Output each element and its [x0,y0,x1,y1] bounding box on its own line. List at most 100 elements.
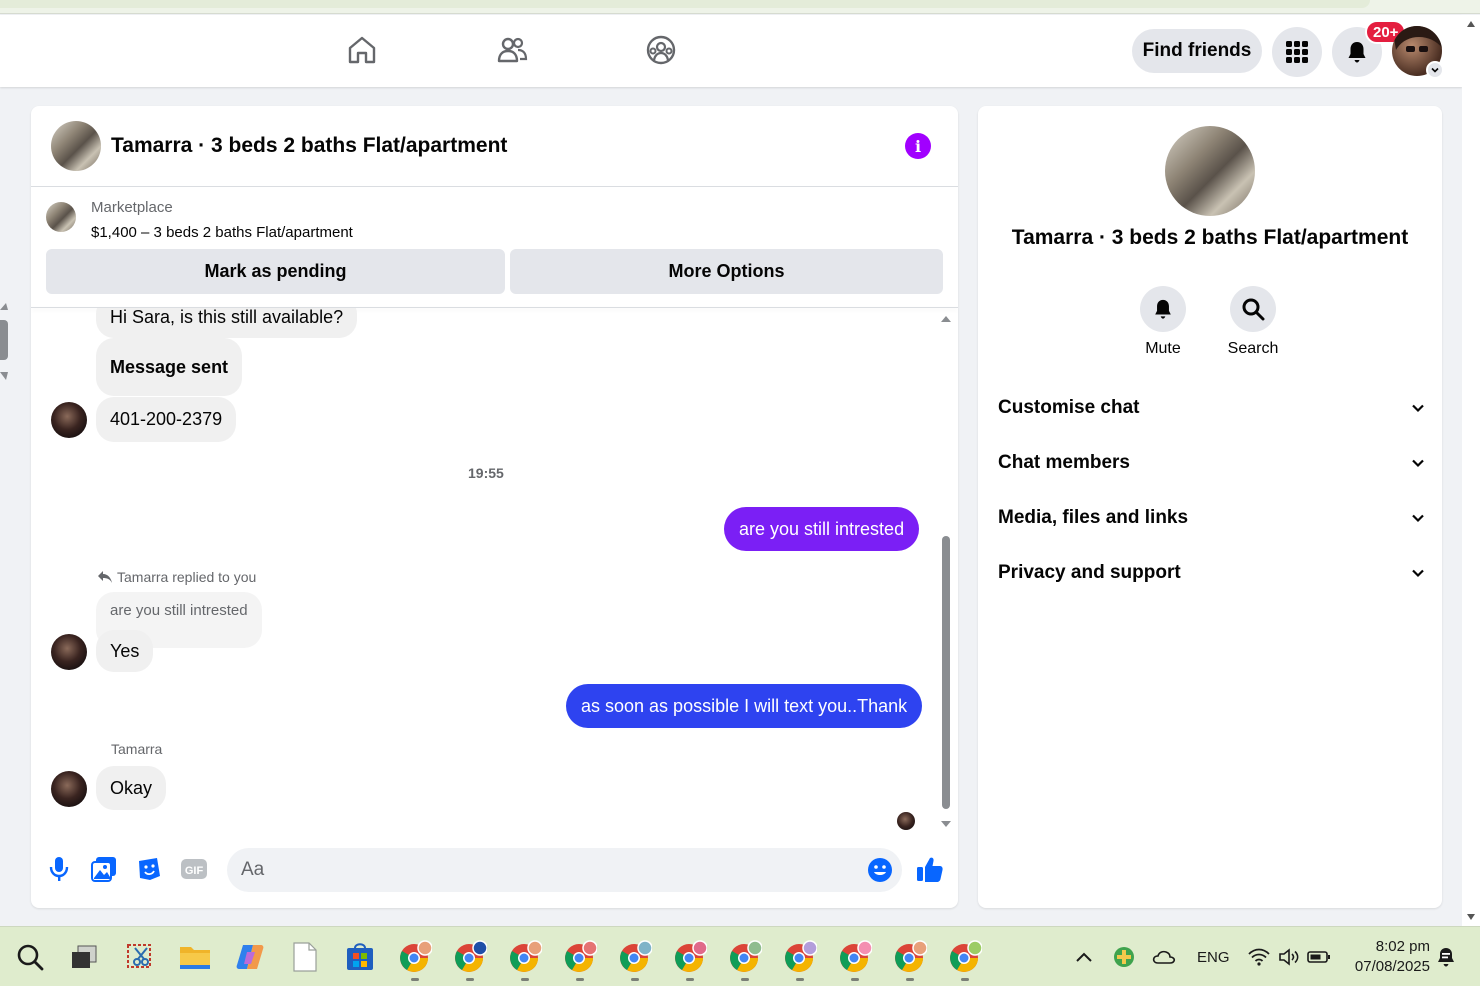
clock-time: 8:02 pm [1375,938,1430,955]
message-bubble-incoming[interactable]: Okay [96,766,167,810]
chat-details-thumbnail[interactable] [1165,126,1255,216]
running-indicator [906,978,914,981]
sender-avatar[interactable] [51,634,87,670]
running-indicator [796,978,804,981]
section-label: Chat members [998,452,1130,473]
sender-avatar[interactable] [51,771,87,807]
info-icon[interactable]: i [905,133,931,159]
gif-icon[interactable]: GIF [179,854,209,884]
message-input-wrapper [227,848,902,892]
chrome-icon[interactable] [892,939,928,975]
copilot-icon[interactable] [232,939,268,975]
listing-price-title[interactable]: $1,400 – 3 beds 2 baths Flat/apartment [91,224,353,241]
task-view-icon[interactable] [66,939,102,975]
chat-scroll-thumb[interactable] [942,536,950,809]
mute-bell-icon[interactable] [1140,286,1186,332]
chat-details-panel: Tamarra · 3 beds 2 baths Flat/apartment … [978,106,1442,908]
mark-as-pending-button[interactable]: Mark as pending [46,249,505,294]
message-bubble-incoming[interactable]: Hi Sara, is this still available? [96,308,358,338]
message-bubble-incoming[interactable]: Yes [96,630,154,672]
microphone-icon[interactable] [44,854,74,884]
notepad-icon[interactable] [287,939,323,975]
message-timestamp: 19:55 [468,465,504,481]
seen-indicator-avatar [897,812,915,830]
chrome-icon[interactable] [672,939,708,975]
chat-title[interactable]: Tamarra · 3 beds 2 baths Flat/apartment [111,134,507,158]
tray-app-icon[interactable] [1106,939,1142,975]
photo-gallery-icon[interactable] [89,854,119,884]
marketplace-thumbnail [46,202,76,232]
emoji-icon[interactable] [867,857,893,883]
chrome-icon[interactable] [397,939,433,975]
chevron-down-icon [1412,404,1424,413]
chrome-icon[interactable] [947,939,983,975]
section-label: Customise chat [998,397,1140,418]
chevron-down-icon [1412,569,1424,578]
snipping-tool-icon[interactable] [122,939,158,975]
running-indicator [851,978,859,981]
sticker-icon[interactable] [134,854,164,884]
chrome-icon[interactable] [507,939,543,975]
chevron-down-icon [1412,514,1424,523]
section-customise-chat[interactable]: Customise chat [998,388,1426,428]
more-options-button[interactable]: More Options [510,249,943,294]
svg-text:GIF: GIF [185,865,204,877]
running-indicator [631,978,639,981]
search-icon[interactable] [12,939,48,975]
message-bubble-outgoing[interactable]: are you still intrested [724,507,920,551]
message-bubble-incoming[interactable]: Message sent [96,338,243,396]
search-label: Search [1227,340,1279,357]
notification-center-icon[interactable] [1428,939,1464,975]
section-privacy-support[interactable]: Privacy and support [998,553,1426,593]
window-scrollbar[interactable] [1462,15,1480,926]
file-explorer-icon[interactable] [177,939,213,975]
section-label: Media, files and links [998,507,1189,528]
onedrive-cloud-icon[interactable] [1146,939,1182,975]
find-friends-button[interactable]: Find friends [1132,29,1262,73]
section-label: Privacy and support [998,562,1181,583]
chat-details-title: Tamarra · 3 beds 2 baths Flat/apartment [1011,226,1409,249]
groups-icon[interactable] [644,33,678,67]
chevron-up-icon[interactable] [1066,939,1102,975]
chrome-icon[interactable] [562,939,598,975]
thumbs-up-icon[interactable] [915,854,945,884]
sender-avatar[interactable] [51,402,87,438]
left-edge-scroll-arrows[interactable] [0,300,10,386]
reply-arrow-icon [98,571,112,583]
search-icon[interactable] [1230,286,1276,332]
search-button[interactable]: Search [1213,286,1293,358]
message-input[interactable] [241,848,841,892]
mute-button[interactable]: Mute [1123,286,1203,358]
message-thread: Hi Sara, is this still available? Messag… [31,308,958,838]
section-chat-members[interactable]: Chat members [998,443,1426,483]
language-indicator[interactable]: ENG [1197,949,1230,966]
chrome-icon[interactable] [452,939,488,975]
top-navigation: Find friends 20+ [0,15,1462,87]
microsoft-store-icon[interactable] [342,939,378,975]
friends-icon[interactable] [495,33,529,67]
listing-thumbnail[interactable] [51,121,101,171]
battery-icon[interactable] [1301,939,1337,975]
browser-tab-strip [0,0,1480,14]
chrome-icon[interactable] [727,939,763,975]
reply-indicator: Tamarra replied to you [97,569,256,585]
running-indicator [521,978,529,981]
marketplace-label: Marketplace [91,199,173,216]
running-indicator [466,978,474,981]
mute-label: Mute [1145,340,1181,357]
home-icon[interactable] [345,33,379,67]
system-clock[interactable]: 8:02 pm 07/08/2025 [1342,937,1430,977]
chat-panel: Tamarra · 3 beds 2 baths Flat/apartment … [31,106,958,908]
running-indicator [961,978,969,981]
section-media-files-links[interactable]: Media, files and links [998,498,1426,538]
message-bubble-incoming[interactable]: 401-200-2379 [96,397,237,442]
message-bubble-outgoing[interactable]: as soon as possible I will text you..Tha… [566,684,923,728]
clock-date: 07/08/2025 [1354,958,1430,975]
chrome-icon[interactable] [782,939,818,975]
menu-grid-icon[interactable] [1272,27,1322,77]
account-chevron-down-icon[interactable] [1426,61,1444,79]
chrome-icon[interactable] [837,939,873,975]
sender-name: Tamarra [111,741,163,757]
chrome-icon[interactable] [617,939,653,975]
windows-taskbar: ENG 8:02 pm 07/08/2025 [0,926,1480,986]
